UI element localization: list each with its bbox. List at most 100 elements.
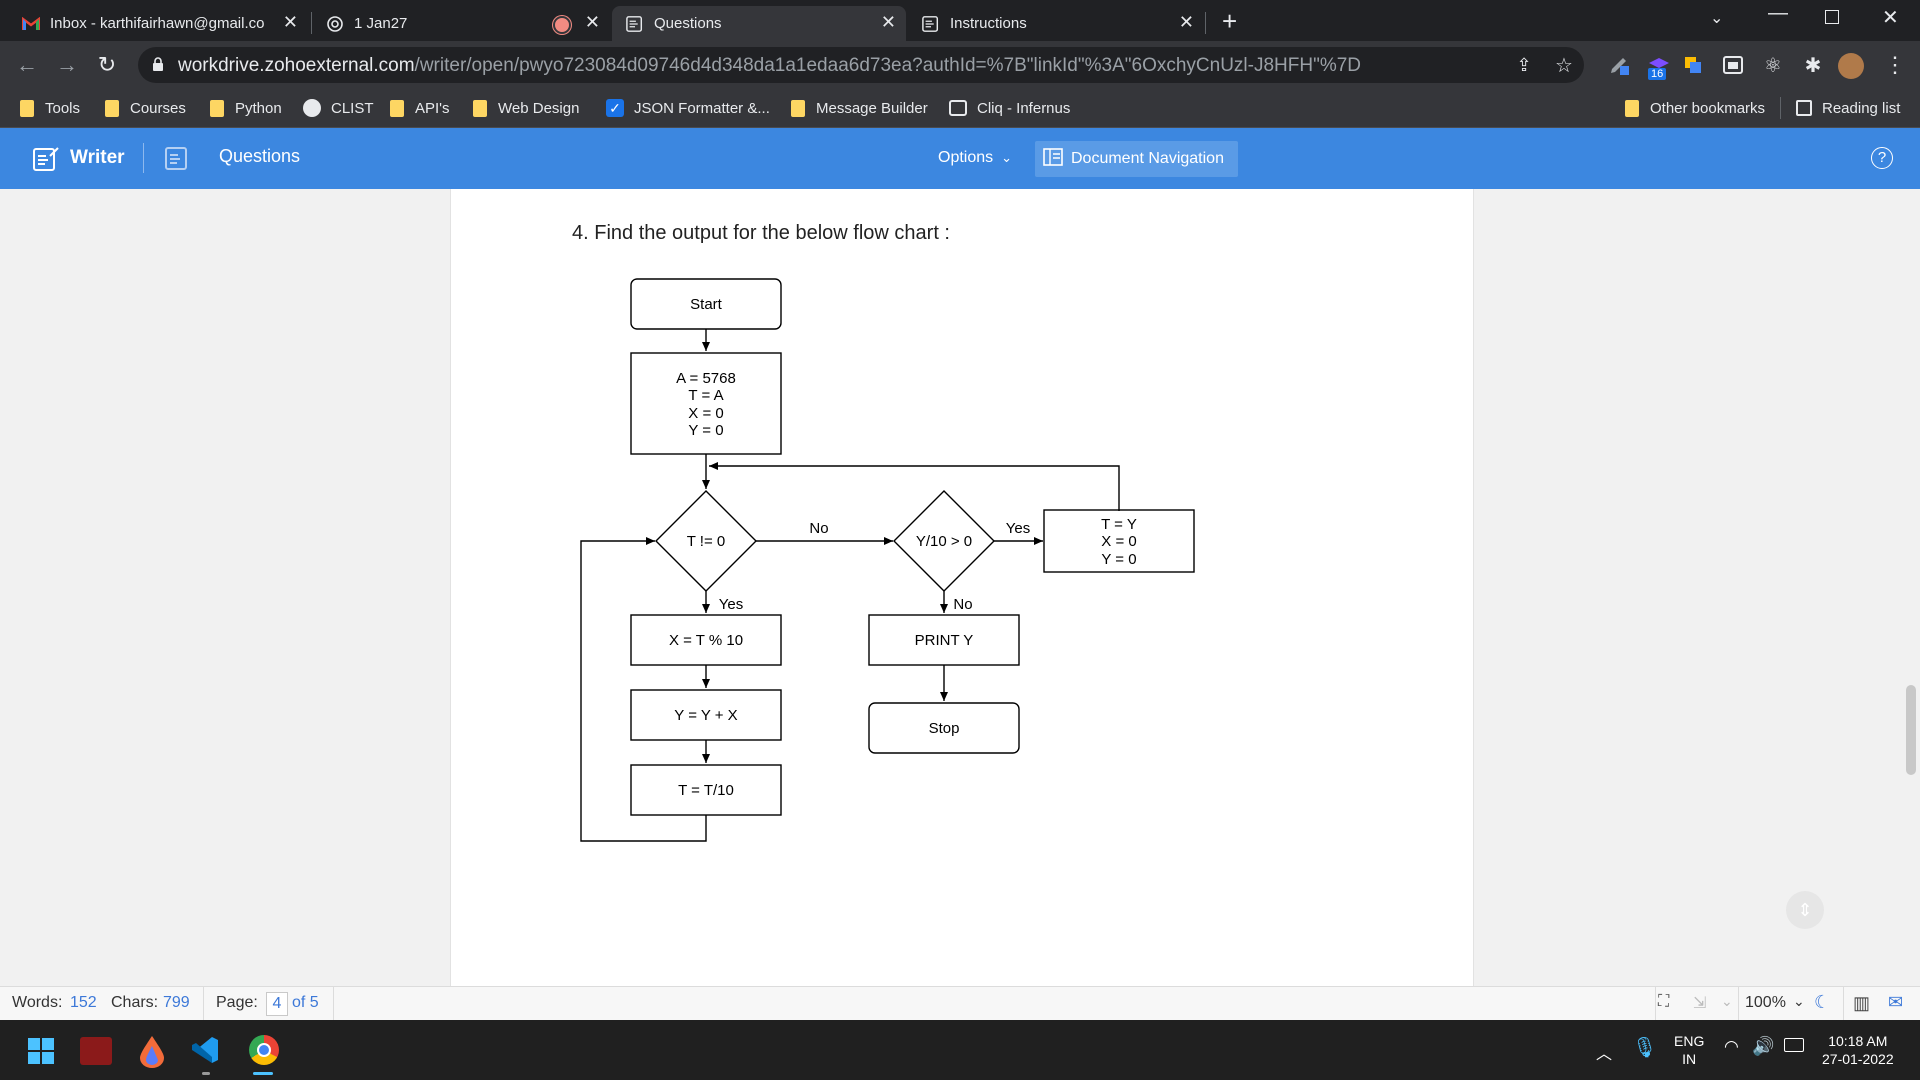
fullscreen-icon[interactable]: ⛶: [1658, 993, 1669, 1011]
app-thunder-icon[interactable]: [80, 1037, 112, 1065]
clock[interactable]: 10:18 AM 27-01-2022: [1822, 1032, 1894, 1068]
tab-jan27[interactable]: 1 Jan27 ✕: [312, 6, 610, 41]
word-count[interactable]: 152: [70, 994, 97, 1012]
bookmark-python[interactable]: Python: [210, 89, 282, 127]
bookmark-label: Cliq - Infernus: [977, 99, 1071, 117]
folder-icon: [1625, 99, 1639, 117]
stop-label: Stop: [929, 720, 960, 737]
page-total: of 5: [292, 994, 319, 1011]
bookmark-label: API's: [415, 99, 450, 117]
bookmark-label: Courses: [130, 99, 186, 117]
bookmark-clist[interactable]: CLIST: [303, 89, 374, 127]
windows-start-icon[interactable]: [28, 1038, 54, 1064]
start-label: Start: [690, 296, 723, 313]
tab-questions[interactable]: Questions ✕: [612, 6, 906, 41]
bookmark-web-design[interactable]: Web Design: [473, 89, 579, 127]
night-mode-icon[interactable]: ☾: [1814, 992, 1830, 1013]
reading-list[interactable]: Reading list: [1796, 89, 1900, 127]
document-page[interactable]: 4. Find the output for the below flow ch…: [450, 189, 1474, 986]
close-icon[interactable]: ✕: [881, 12, 896, 33]
fit-width-icon[interactable]: ⇲: [1693, 993, 1706, 1013]
step1-label: X = T % 10: [669, 632, 743, 649]
flowchart: Start A = 5768 T = A X = 0 Y = 0 T != 0 …: [580, 278, 1195, 842]
restore-button[interactable]: [1825, 10, 1839, 24]
close-icon[interactable]: ✕: [585, 12, 600, 33]
vscode-icon[interactable]: [190, 1035, 220, 1070]
document-navigation-button[interactable]: Document Navigation: [1035, 141, 1238, 177]
folder-icon: [473, 99, 487, 117]
bookmark-courses[interactable]: Courses: [105, 89, 186, 127]
bookmark-json-formatter[interactable]: ✓ JSON Formatter &...: [606, 89, 770, 127]
close-window-button[interactable]: ✕: [1882, 5, 1899, 30]
close-icon[interactable]: ✕: [1179, 12, 1194, 33]
bookmark-tools[interactable]: Tools: [20, 89, 80, 127]
profile-avatar[interactable]: [1838, 53, 1864, 79]
page-number-input[interactable]: 4: [266, 992, 288, 1016]
bookmark-apis[interactable]: API's: [390, 89, 450, 127]
init-line: A = 5768: [676, 370, 736, 387]
microphone-icon[interactable]: 🎙: [1632, 1035, 1657, 1060]
init-line: T = A: [688, 387, 723, 404]
folder-icon: [390, 99, 404, 117]
help-icon[interactable]: ?: [1871, 147, 1893, 169]
print-label: PRINT Y: [915, 632, 974, 649]
tab-title: Instructions: [950, 15, 1027, 32]
chevron-down-icon[interactable]: ⌄: [1721, 993, 1733, 1010]
chevron-down-icon[interactable]: ⌄: [1793, 993, 1805, 1010]
bookmark-other[interactable]: Other bookmarks: [1625, 89, 1765, 127]
chevron-down-icon: ⌄: [1001, 150, 1013, 165]
extension-pen-icon[interactable]: [1604, 50, 1634, 80]
chrome-icon[interactable]: [249, 1035, 279, 1065]
reset-return-arrow: [709, 462, 1120, 511]
bookmark-cliq[interactable]: Cliq - Infernus: [949, 89, 1070, 127]
document-title[interactable]: Questions: [219, 146, 300, 167]
lock-icon: [152, 57, 164, 77]
bookmark-label: Other bookmarks: [1650, 99, 1766, 117]
wifi-icon[interactable]: ◠: [1724, 1037, 1739, 1057]
extension-openai-icon[interactable]: ⚛: [1758, 50, 1788, 80]
share-icon[interactable]: ⇪: [1509, 50, 1539, 80]
reader-view-icon[interactable]: ▥: [1853, 993, 1870, 1014]
bookmark-star-icon[interactable]: ☆: [1549, 50, 1579, 80]
options-menu[interactable]: Options ⌄: [938, 140, 1012, 176]
extension-copy-icon[interactable]: [1678, 50, 1708, 80]
new-tab-button[interactable]: +: [1222, 6, 1237, 37]
close-icon[interactable]: ✕: [283, 12, 298, 33]
step3-label: T = T/10: [678, 782, 734, 799]
forward-icon[interactable]: →: [52, 50, 82, 80]
bookmark-message-builder[interactable]: Message Builder: [791, 89, 928, 127]
volume-icon[interactable]: 🔊: [1752, 1036, 1774, 1057]
menu-icon[interactable]: ⋮: [1880, 50, 1910, 80]
app-drop-icon[interactable]: [138, 1034, 166, 1073]
checkbox-icon: ✓: [606, 99, 624, 117]
battery-icon[interactable]: [1784, 1038, 1804, 1052]
zoom-level[interactable]: 100%: [1745, 994, 1786, 1012]
scrollbar-thumb[interactable]: [1906, 685, 1916, 775]
char-count[interactable]: 799: [163, 994, 190, 1012]
url-path: /writer/open/pwyo723084d09746d4d348da1a1…: [414, 55, 1362, 76]
bookmark-label: Tools: [45, 99, 81, 117]
tab-instructions[interactable]: Instructions ✕: [908, 6, 1204, 41]
gmail-icon: [22, 15, 40, 33]
clock-date: 27-01-2022: [1822, 1051, 1894, 1067]
language-indicator[interactable]: ENG IN: [1674, 1032, 1704, 1068]
url-domain: workdrive.zohoexternal.com: [178, 55, 415, 76]
minimize-button[interactable]: —: [1768, 2, 1788, 25]
cond1-no-label: No: [809, 520, 828, 537]
chevron-up-icon[interactable]: ︿: [1596, 1040, 1612, 1064]
tab-inbox[interactable]: Inbox - karthifairhawn@gmail.co ✕: [8, 6, 308, 41]
tab-strip: Inbox - karthifairhawn@gmail.co ✕ 1 Jan2…: [0, 0, 1920, 41]
page-scroll-icon[interactable]: ⇕: [1786, 891, 1824, 929]
cond2-yes-label: Yes: [1006, 520, 1030, 537]
reload-icon[interactable]: ↻: [92, 50, 122, 80]
mail-icon[interactable]: ✉: [1888, 992, 1903, 1013]
browser-toolbar: ← → ↻ workdrive.zohoexternal.com/writer/…: [0, 41, 1920, 89]
back-icon[interactable]: ←: [12, 50, 42, 80]
tab-search-icon[interactable]: ⌄: [1710, 8, 1723, 28]
extension-window-icon[interactable]: [1718, 50, 1748, 80]
folder-icon: [210, 99, 224, 117]
address-bar[interactable]: workdrive.zohoexternal.com/writer/open/p…: [138, 47, 1584, 83]
extensions-puzzle-icon[interactable]: ✱: [1798, 50, 1828, 80]
reset-line: T = Y: [1101, 516, 1137, 533]
app-name[interactable]: Writer: [70, 147, 125, 169]
